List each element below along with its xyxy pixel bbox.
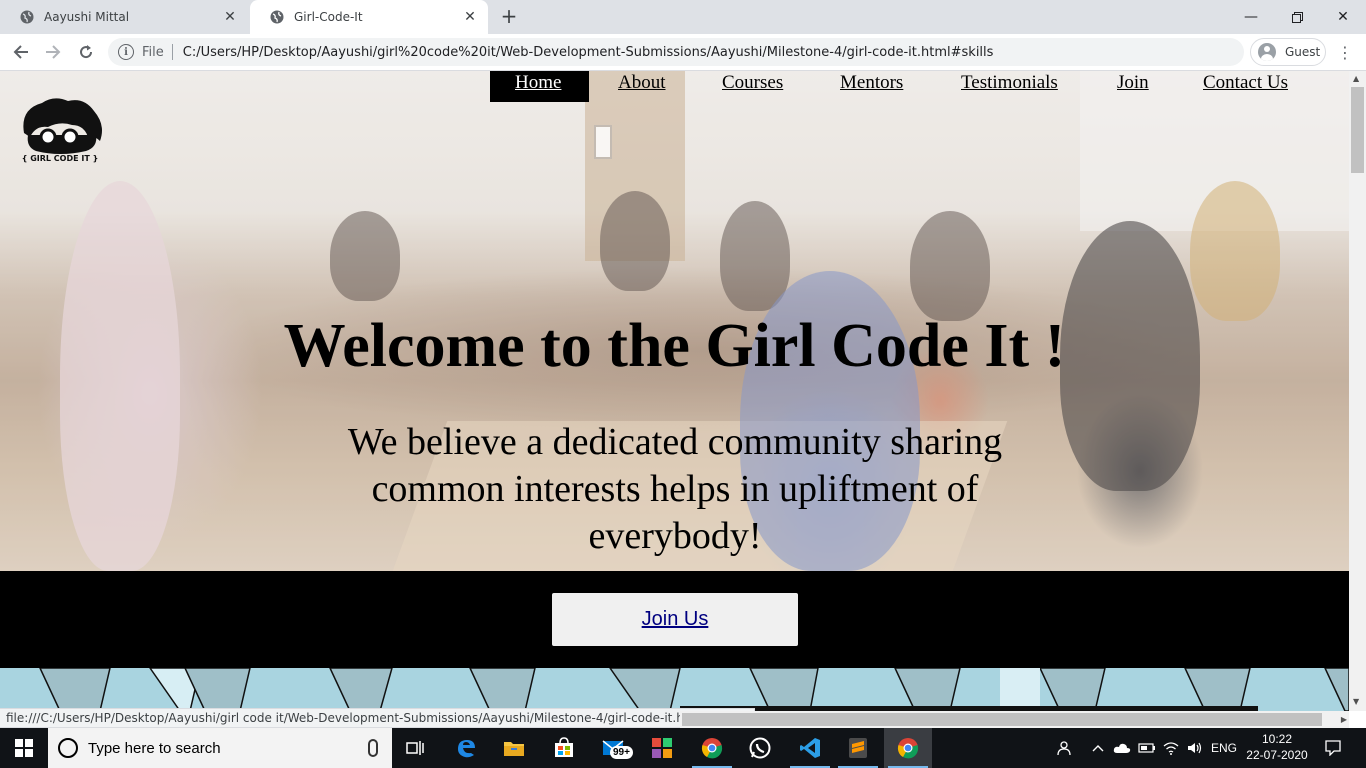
- office-icon[interactable]: [638, 728, 686, 768]
- mail-icon[interactable]: 99+: [590, 728, 638, 768]
- site-nav: Home About Courses Mentors Testimonials …: [490, 71, 1296, 102]
- volume-icon[interactable]: [1184, 728, 1206, 768]
- page-viewport: { GIRL CODE IT } Home About Courses Ment…: [0, 71, 1349, 711]
- close-tab-icon[interactable]: ✕: [462, 9, 478, 25]
- windows-start-icon[interactable]: [0, 728, 48, 768]
- divider: [171, 44, 173, 60]
- nav-join[interactable]: Join: [1088, 71, 1174, 102]
- taskbar-search-input[interactable]: Type here to search: [48, 728, 392, 768]
- new-tab-button[interactable]: +: [498, 6, 520, 28]
- tab-strip: Aayushi Mittal ✕ Girl-Code-It ✕ + — ✕: [0, 0, 1366, 34]
- hero-subtitle: We believe a dedicated community sharing…: [347, 421, 1003, 557]
- restore-icon[interactable]: [1274, 0, 1320, 34]
- microphone-icon[interactable]: [368, 739, 378, 757]
- hero-section: { GIRL CODE IT } Home About Courses Ment…: [0, 71, 1349, 571]
- reload-icon[interactable]: [73, 39, 99, 65]
- avatar-icon: [1258, 43, 1276, 61]
- tab-aayushi-mittal[interactable]: Aayushi Mittal ✕: [0, 0, 248, 34]
- hero-title: Welcome to the Girl Code It !: [283, 312, 1066, 380]
- nav-testimonials[interactable]: Testimonials: [932, 71, 1088, 102]
- notifications-icon[interactable]: [1318, 728, 1348, 768]
- clock-date: 22-07-2020: [1246, 748, 1308, 762]
- wifi-icon[interactable]: [1160, 728, 1182, 768]
- people-icon[interactable]: [1052, 728, 1076, 768]
- chrome-active-icon[interactable]: [884, 728, 932, 768]
- nav-about[interactable]: About: [589, 71, 693, 102]
- nav-mentors[interactable]: Mentors: [811, 71, 932, 102]
- search-icon: [58, 738, 78, 758]
- join-band: Join Us: [0, 571, 1349, 668]
- url-text: C:/Users/HP/Desktop/Aayushi/girl%20code%…: [182, 44, 994, 60]
- mail-badge: 99+: [610, 746, 633, 759]
- profile-label: Guest: [1285, 45, 1321, 59]
- globe-icon: [20, 10, 34, 24]
- taskbar-clock[interactable]: 10:22 22-07-2020: [1244, 731, 1310, 763]
- chevron-up-icon[interactable]: [1088, 728, 1108, 768]
- nav-home[interactable]: Home: [490, 71, 589, 102]
- whatsapp-icon[interactable]: [736, 728, 784, 768]
- join-us-button[interactable]: Join Us: [552, 593, 798, 646]
- onedrive-icon[interactable]: [1110, 728, 1134, 768]
- forward-icon[interactable]: [40, 39, 66, 65]
- scheme-label: File: [142, 44, 164, 60]
- language-indicator[interactable]: ENG: [1208, 728, 1240, 768]
- nav-contact-us[interactable]: Contact Us: [1174, 71, 1296, 102]
- scrollbar-thumb[interactable]: [1351, 87, 1364, 173]
- battery-icon[interactable]: [1136, 728, 1158, 768]
- close-window-icon[interactable]: ✕: [1320, 0, 1366, 34]
- chrome-icon[interactable]: [688, 728, 736, 768]
- sublime-text-icon[interactable]: [834, 728, 882, 768]
- tab-title: Aayushi Mittal: [44, 10, 130, 24]
- decorative-pattern: [0, 668, 1349, 711]
- girl-code-it-logo[interactable]: { GIRL CODE IT }: [14, 95, 106, 165]
- status-bubble: file:///C:/Users/HP/Desktop/Aayushi/girl…: [0, 708, 755, 728]
- nav-courses[interactable]: Courses: [693, 71, 811, 102]
- vertical-scrollbar[interactable]: ▲ ▼: [1349, 71, 1366, 711]
- site-info-icon[interactable]: i: [118, 44, 134, 60]
- minimize-icon[interactable]: —: [1228, 0, 1274, 34]
- search-placeholder: Type here to search: [88, 739, 221, 757]
- profile-button[interactable]: Guest: [1250, 38, 1326, 66]
- close-tab-icon[interactable]: ✕: [222, 9, 238, 25]
- scroll-up-icon[interactable]: ▲: [1353, 74, 1359, 83]
- store-icon[interactable]: [540, 728, 588, 768]
- file-explorer-icon[interactable]: [490, 728, 538, 768]
- scroll-down-icon[interactable]: ▼: [1353, 697, 1359, 706]
- clock-time: 10:22: [1261, 732, 1293, 746]
- browser-toolbar: i File C:/Users/HP/Desktop/Aayushi/girl%…: [0, 34, 1366, 71]
- back-icon[interactable]: [8, 39, 34, 65]
- windows-taskbar: Type here to search 99+ ENG 10:22 22-07-…: [0, 728, 1366, 768]
- vscode-icon[interactable]: [786, 728, 834, 768]
- tab-title: Girl-Code-It: [294, 10, 363, 24]
- edge-icon[interactable]: [442, 728, 490, 768]
- tab-girl-code-it[interactable]: Girl-Code-It ✕: [250, 0, 488, 34]
- address-bar[interactable]: i File C:/Users/HP/Desktop/Aayushi/girl%…: [108, 38, 1244, 66]
- scrollbar-thumb[interactable]: [682, 713, 1322, 726]
- horizontal-scrollbar[interactable]: ▶: [680, 711, 1349, 728]
- menu-icon[interactable]: ⋮: [1334, 39, 1356, 65]
- logo-text: { GIRL CODE IT }: [22, 154, 99, 163]
- task-view-icon[interactable]: [392, 728, 440, 768]
- globe-icon: [270, 10, 284, 24]
- scroll-right-icon[interactable]: ▶: [1341, 715, 1347, 724]
